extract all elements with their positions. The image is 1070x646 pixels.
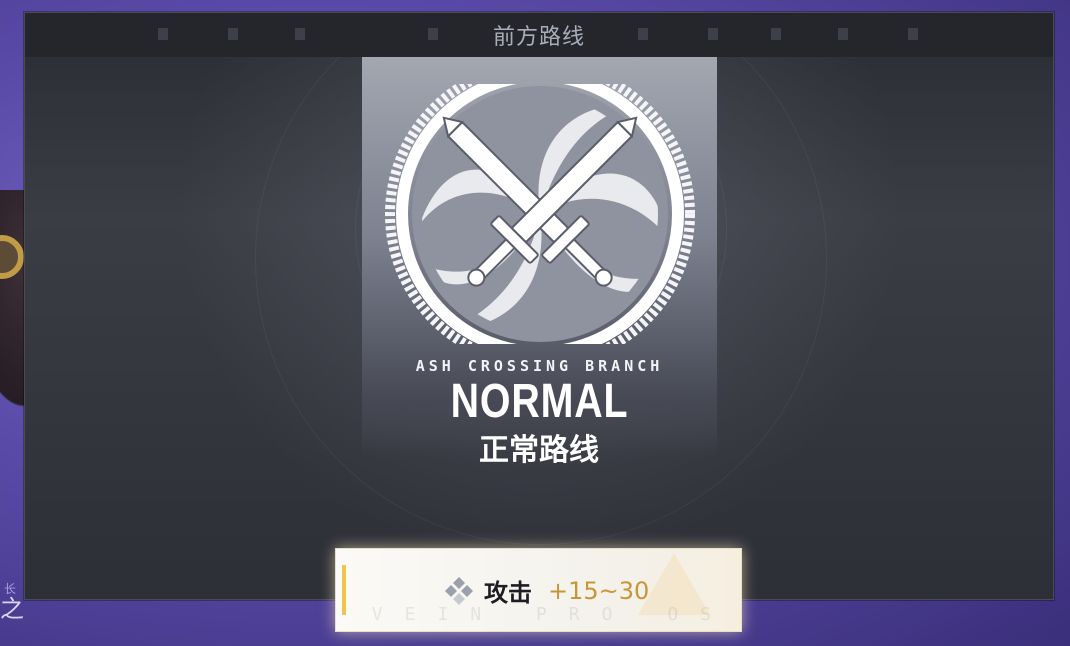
branch-label: ASH CROSSING BRANCH xyxy=(415,357,664,375)
bonus-stat-value: +15~30 xyxy=(548,576,650,605)
title-dot xyxy=(838,28,848,40)
title-dot xyxy=(295,28,305,40)
page-title: 前方路线 xyxy=(492,25,585,50)
title-dot xyxy=(228,28,238,40)
title-dot xyxy=(908,28,918,40)
route-name: 正常路线 xyxy=(479,433,599,468)
title-bar: 前方路线 xyxy=(25,13,1053,57)
goggle-icon xyxy=(0,235,24,279)
attack-bonus-card[interactable]: VEIN PRO OS 攻击 +15~30 xyxy=(335,548,742,632)
route-type-label: NORMAL xyxy=(450,375,629,428)
background-corner-text: 之 xyxy=(0,595,24,623)
bonus-accent-bar xyxy=(342,565,346,615)
title-dot xyxy=(708,28,718,40)
title-dot xyxy=(428,28,438,40)
route-preview-panel: 前方路线 ASH CROSSING BRANCH NORMAL 正常路线 xyxy=(24,12,1054,600)
bonus-content: 攻击 +15~30 xyxy=(444,573,649,608)
title-dot xyxy=(638,28,648,40)
route-card[interactable]: ASH CROSSING BRANCH NORMAL xyxy=(362,57,717,457)
title-dot xyxy=(158,28,168,40)
crossed-swords-icon xyxy=(385,84,695,344)
bonus-stat-label: 攻击 xyxy=(484,579,532,607)
diamond-cluster-icon xyxy=(445,576,473,605)
title-dot xyxy=(771,28,781,40)
